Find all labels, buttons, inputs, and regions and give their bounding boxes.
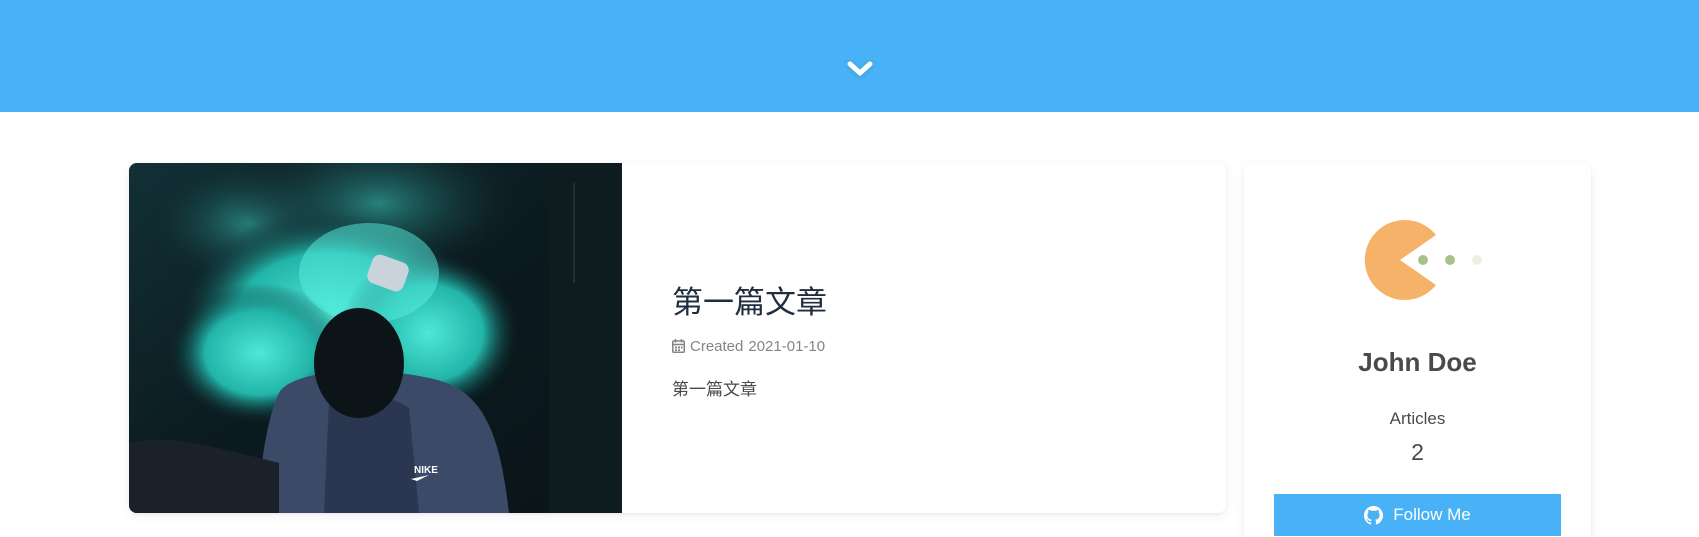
svg-text:NIKE: NIKE	[414, 465, 438, 476]
post-meta: Created 2021-01-10	[672, 338, 1226, 355]
pacman-icon	[1354, 215, 1488, 305]
post-title[interactable]: 第一篇文章	[672, 277, 1226, 322]
author-card: John Doe Articles 2 Follow Me	[1244, 163, 1591, 537]
articles-label[interactable]: Articles	[1244, 409, 1591, 429]
post-cover-image[interactable]: NIKE	[129, 163, 622, 513]
scroll-down-button[interactable]	[843, 56, 877, 82]
articles-count[interactable]: 2	[1244, 439, 1591, 466]
post-info: 第一篇文章 Created 2021-01-10 第一篇文章	[622, 163, 1226, 513]
post-excerpt: 第一篇文章	[672, 379, 757, 400]
follow-me-button[interactable]: Follow Me	[1274, 494, 1561, 536]
calendar-icon	[672, 339, 685, 353]
github-icon	[1364, 505, 1384, 525]
chevron-down-icon	[847, 61, 873, 76]
follow-me-label: Follow Me	[1393, 505, 1471, 524]
hero-banner	[0, 0, 1699, 112]
post-date: 2021-01-10	[748, 337, 826, 355]
author-name: John Doe	[1358, 347, 1477, 377]
post-card[interactable]: NIKE 第一篇文章 Created 2021-01-10 第一篇文章	[129, 163, 1226, 513]
meta-created-label: Created	[690, 337, 744, 355]
